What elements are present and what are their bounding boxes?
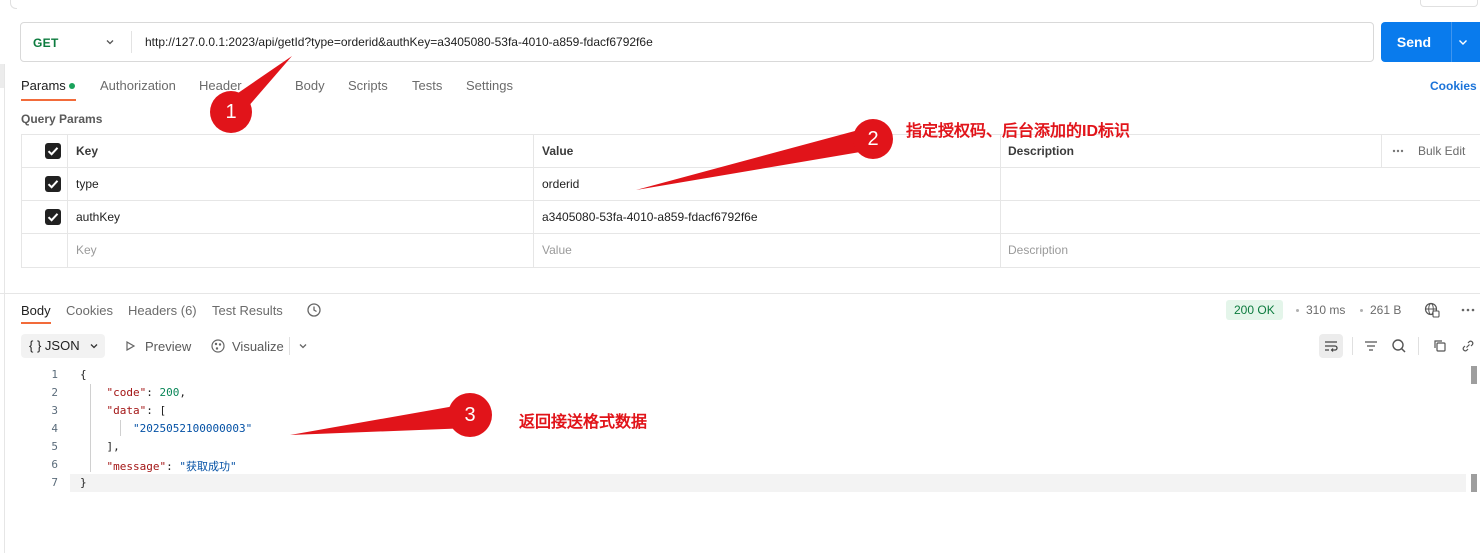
annotation-arrow-3 [290, 404, 470, 435]
annotation-callout-3: 返回接送格式数据 [519, 414, 648, 431]
annotation-number-2: 2 [867, 128, 879, 150]
annotation-callout-2: 指定授权码、后台添加的ID标识 [906, 123, 1131, 140]
annotation-overlay [210, 56, 893, 437]
annotation-number-1: 1 [225, 101, 237, 123]
annotation-arrow-2 [636, 128, 872, 190]
annotation-number-3: 3 [464, 404, 476, 426]
